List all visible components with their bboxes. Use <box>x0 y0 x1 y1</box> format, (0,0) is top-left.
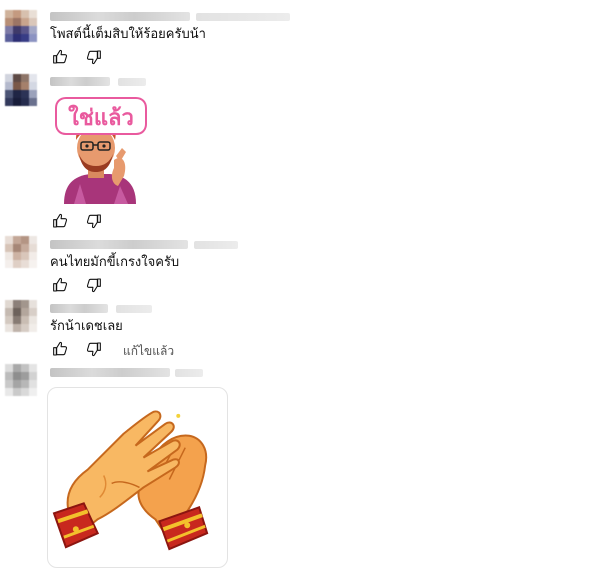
comment-item: โพสต์นี้เต็มสิบให้ร้อยครับน้า <box>0 0 600 70</box>
thumbs-up-icon[interactable] <box>52 213 68 229</box>
comment-actions <box>50 213 250 231</box>
thumbs-up-icon[interactable] <box>52 277 68 293</box>
thumbs-up-icon[interactable] <box>52 341 68 357</box>
author-name-redacted[interactable] <box>50 12 190 21</box>
author-name-redacted[interactable] <box>50 304 108 313</box>
timestamp-redacted[interactable] <box>194 241 238 249</box>
timestamp-redacted[interactable] <box>118 78 146 86</box>
sticker-text: ใช่แล้ว <box>68 104 134 131</box>
clapping-hands-icon <box>52 410 209 551</box>
avatar[interactable] <box>5 236 37 268</box>
sticker-badge: ใช่แล้ว <box>55 97 147 135</box>
comment-actions: แก้ไขแล้ว <box>50 341 250 359</box>
sticker-yes-that-is-right: ใช่แล้ว <box>55 97 147 204</box>
avatar[interactable] <box>5 364 37 396</box>
avatar[interactable] <box>5 300 37 332</box>
author-name-redacted[interactable] <box>50 77 110 86</box>
comment-item: รักน้าเดชเลย แก้ไขแล้ว <box>0 297 600 361</box>
thumbs-down-icon[interactable] <box>86 277 102 293</box>
avatar[interactable] <box>5 10 37 42</box>
edited-label[interactable]: แก้ไขแล้ว <box>123 342 174 361</box>
comment-item: ใช่แล้ว <box>0 70 600 235</box>
timestamp-redacted[interactable] <box>116 305 152 313</box>
comment-actions <box>50 277 250 295</box>
thumbs-down-icon[interactable] <box>86 49 102 65</box>
comment-actions <box>50 49 250 67</box>
thumbs-down-icon[interactable] <box>86 341 102 357</box>
comment-text: โพสต์นี้เต็มสิบให้ร้อยครับน้า <box>50 27 206 42</box>
avatar[interactable] <box>5 74 37 106</box>
timestamp-redacted[interactable] <box>175 369 203 377</box>
author-name-redacted[interactable] <box>50 368 170 377</box>
comment-text: คนไทยมักขี้เกรงใจครับ <box>50 255 180 270</box>
sticker-clapping-hands <box>47 387 228 568</box>
thumbs-up-icon[interactable] <box>52 49 68 65</box>
comment-text: รักน้าเดชเลย <box>50 319 123 334</box>
timestamp-redacted[interactable] <box>196 13 290 21</box>
comment-item: คนไทยมักขี้เกรงใจครับ <box>0 235 600 297</box>
author-name-redacted[interactable] <box>50 240 188 249</box>
thumbs-down-icon[interactable] <box>86 213 102 229</box>
